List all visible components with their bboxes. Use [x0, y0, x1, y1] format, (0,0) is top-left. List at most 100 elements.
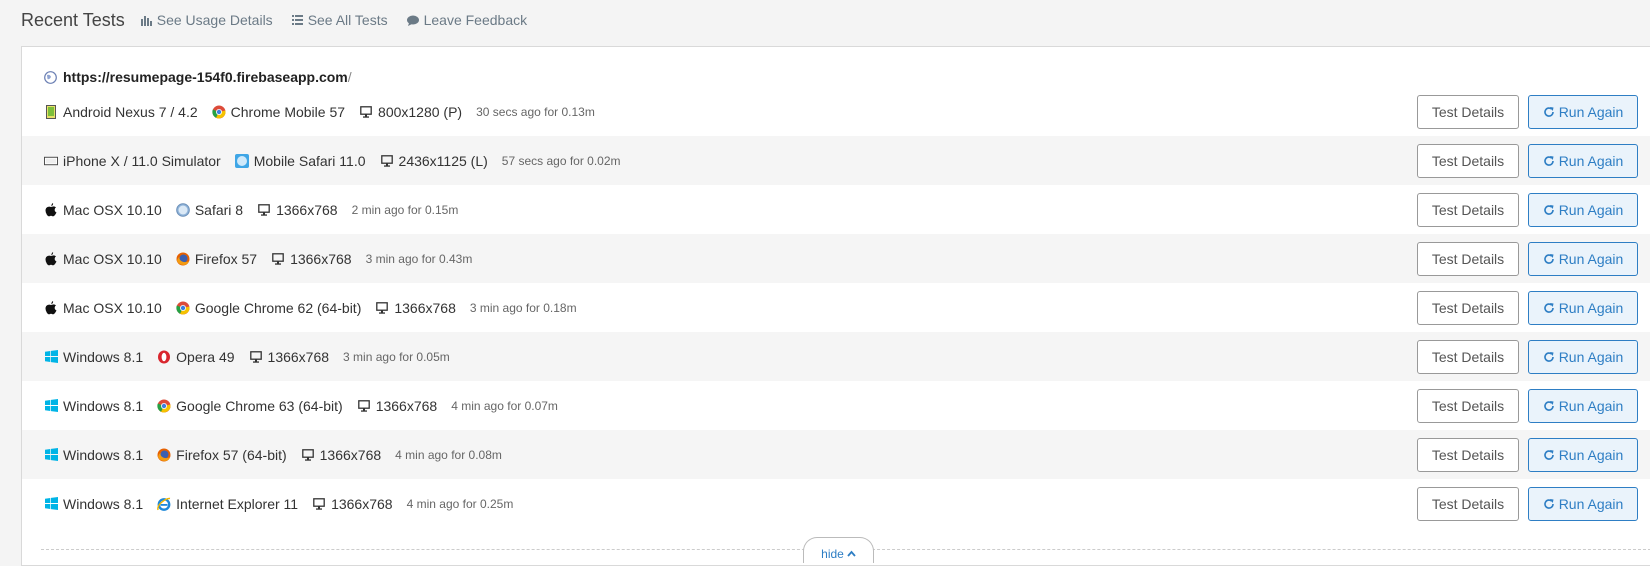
- test-meta: 4 min ago for 0.25m: [406, 496, 514, 511]
- hide-toggle[interactable]: hide: [803, 537, 874, 563]
- monitor-icon: [271, 252, 285, 266]
- run-again-label: Run Again: [1558, 349, 1624, 365]
- page-header: Recent Tests See Usage Details See All T…: [21, 6, 546, 34]
- browser-cell: Google Chrome 63 (64-bit): [157, 398, 343, 414]
- windows-icon: [44, 350, 58, 364]
- test-details-button[interactable]: Test Details: [1417, 242, 1519, 276]
- run-again-button[interactable]: Run Again: [1528, 291, 1638, 325]
- chrome-icon: [157, 399, 171, 413]
- chrome-icon: [211, 105, 226, 119]
- hide-label: hide: [821, 546, 844, 561]
- mobile-safari-icon: [234, 153, 249, 168]
- test-meta: 2 min ago for 0.15m: [351, 202, 459, 217]
- test-list: Android Nexus 7 / 4.2 Chrome Mobile 57 8…: [22, 87, 1650, 528]
- resolution-label: 1366x768: [290, 250, 352, 267]
- browser-label: Google Chrome 63 (64-bit): [176, 397, 343, 414]
- browser-label: Mobile Safari 11.0: [253, 152, 366, 169]
- apple-icon: [44, 202, 58, 217]
- test-meta: 4 min ago for 0.08m: [395, 447, 502, 462]
- test-row: Windows 8.1 Google Chrome 63 (64-bit) 13…: [22, 381, 1650, 430]
- test-row: Mac OSX 10.10 Firefox 57 1366x768 3 min …: [22, 234, 1650, 283]
- test-details-button[interactable]: Test Details: [1417, 291, 1519, 325]
- test-details-button[interactable]: Test Details: [1417, 95, 1519, 129]
- browser-cell: Firefox 57 (64-bit): [157, 447, 287, 463]
- resolution-cell: 1366x768: [357, 398, 437, 414]
- test-details-button[interactable]: Test Details: [1417, 389, 1519, 423]
- resolution-cell: 800x1280 (P): [359, 104, 462, 120]
- run-again-button[interactable]: Run Again: [1528, 340, 1638, 374]
- browser-cell: Safari 8: [176, 202, 243, 218]
- resolution-cell: 1366x768: [257, 202, 338, 218]
- run-again-button[interactable]: Run Again: [1528, 144, 1638, 178]
- test-url[interactable]: https://resumepage-154f0.firebaseapp.com: [63, 69, 348, 85]
- test-details-label: Test Details: [1431, 447, 1505, 463]
- test-meta: 3 min ago for 0.18m: [469, 300, 577, 315]
- resolution-label: 800x1280 (P): [378, 103, 463, 120]
- os-cell: Windows 8.1: [44, 398, 143, 414]
- os-cell: Windows 8.1: [44, 496, 143, 512]
- test-row: Windows 8.1 Firefox 57 (64-bit) 1366x768…: [22, 430, 1650, 479]
- refresh-icon: [1543, 401, 1554, 411]
- test-row: Android Nexus 7 / 4.2 Chrome Mobile 57 8…: [22, 87, 1650, 136]
- run-again-button[interactable]: Run Again: [1528, 242, 1638, 276]
- resolution-label: 2436x1125 (L): [398, 152, 488, 169]
- test-details-label: Test Details: [1431, 104, 1505, 120]
- resolution-label: 1366x768: [394, 299, 456, 316]
- run-again-button[interactable]: Run Again: [1528, 193, 1638, 227]
- monitor-icon: [380, 154, 394, 168]
- leave-feedback-label: Leave Feedback: [423, 12, 528, 28]
- android-tablet-icon: [44, 104, 58, 119]
- browser-cell: Internet Explorer 11: [157, 496, 298, 512]
- browser-cell: Google Chrome 62 (64-bit): [176, 300, 361, 316]
- monitor-icon: [357, 399, 371, 413]
- refresh-icon: [1543, 499, 1554, 509]
- monitor-icon: [301, 448, 315, 462]
- test-row: Windows 8.1 Opera 49 1366x768 3 min ago …: [22, 332, 1650, 381]
- resolution-cell: 1366x768: [271, 251, 352, 267]
- run-again-label: Run Again: [1558, 104, 1624, 120]
- resolution-label: 1366x768: [276, 201, 338, 218]
- windows-icon: [44, 399, 58, 413]
- os-label: Windows 8.1: [63, 397, 144, 414]
- run-again-label: Run Again: [1558, 398, 1624, 414]
- test-details-label: Test Details: [1431, 398, 1505, 414]
- ie-icon: [157, 497, 171, 511]
- run-again-button[interactable]: Run Again: [1528, 95, 1638, 129]
- refresh-icon: [1543, 254, 1554, 264]
- test-details-button[interactable]: Test Details: [1417, 438, 1519, 472]
- os-cell: Mac OSX 10.10: [44, 300, 162, 316]
- safari-icon: [176, 202, 190, 217]
- opera-icon: [157, 350, 171, 364]
- see-usage-details-link[interactable]: See Usage Details: [140, 12, 273, 28]
- test-url-suffix: /: [347, 69, 352, 85]
- test-details-button[interactable]: Test Details: [1417, 144, 1519, 178]
- see-usage-details-label: See Usage Details: [156, 12, 273, 28]
- os-cell: Android Nexus 7 / 4.2: [44, 104, 198, 120]
- leave-feedback-link[interactable]: Leave Feedback: [406, 12, 528, 28]
- test-row: Windows 8.1 Internet Explorer 11 1366x76…: [22, 479, 1650, 528]
- test-details-button[interactable]: Test Details: [1417, 193, 1519, 227]
- resolution-label: 1366x768: [267, 348, 330, 365]
- browser-cell: Opera 49: [157, 349, 235, 365]
- run-again-label: Run Again: [1558, 202, 1624, 218]
- test-details-button[interactable]: Test Details: [1417, 340, 1519, 374]
- see-all-tests-link[interactable]: See All Tests: [291, 12, 388, 28]
- page-title: Recent Tests: [21, 9, 125, 30]
- browser-cell: Chrome Mobile 57: [211, 104, 345, 120]
- os-label: Android Nexus 7 / 4.2: [63, 103, 198, 120]
- run-again-button[interactable]: Run Again: [1528, 438, 1638, 472]
- run-again-button[interactable]: Run Again: [1528, 389, 1638, 423]
- run-again-button[interactable]: Run Again: [1528, 487, 1638, 521]
- apple-icon: [44, 251, 58, 266]
- run-again-label: Run Again: [1558, 496, 1624, 512]
- resolution-cell: 2436x1125 (L): [380, 153, 488, 169]
- browser-cell: Firefox 57: [176, 251, 257, 267]
- os-cell: Mac OSX 10.10: [44, 202, 162, 218]
- resolution-cell: 1366x768: [249, 348, 330, 365]
- firefox-icon: [176, 252, 190, 266]
- resolution-label: 1366x768: [331, 495, 393, 512]
- refresh-icon: [1543, 107, 1554, 117]
- test-details-button[interactable]: Test Details: [1417, 487, 1519, 521]
- see-all-tests-label: See All Tests: [307, 12, 388, 28]
- refresh-icon: [1543, 303, 1554, 313]
